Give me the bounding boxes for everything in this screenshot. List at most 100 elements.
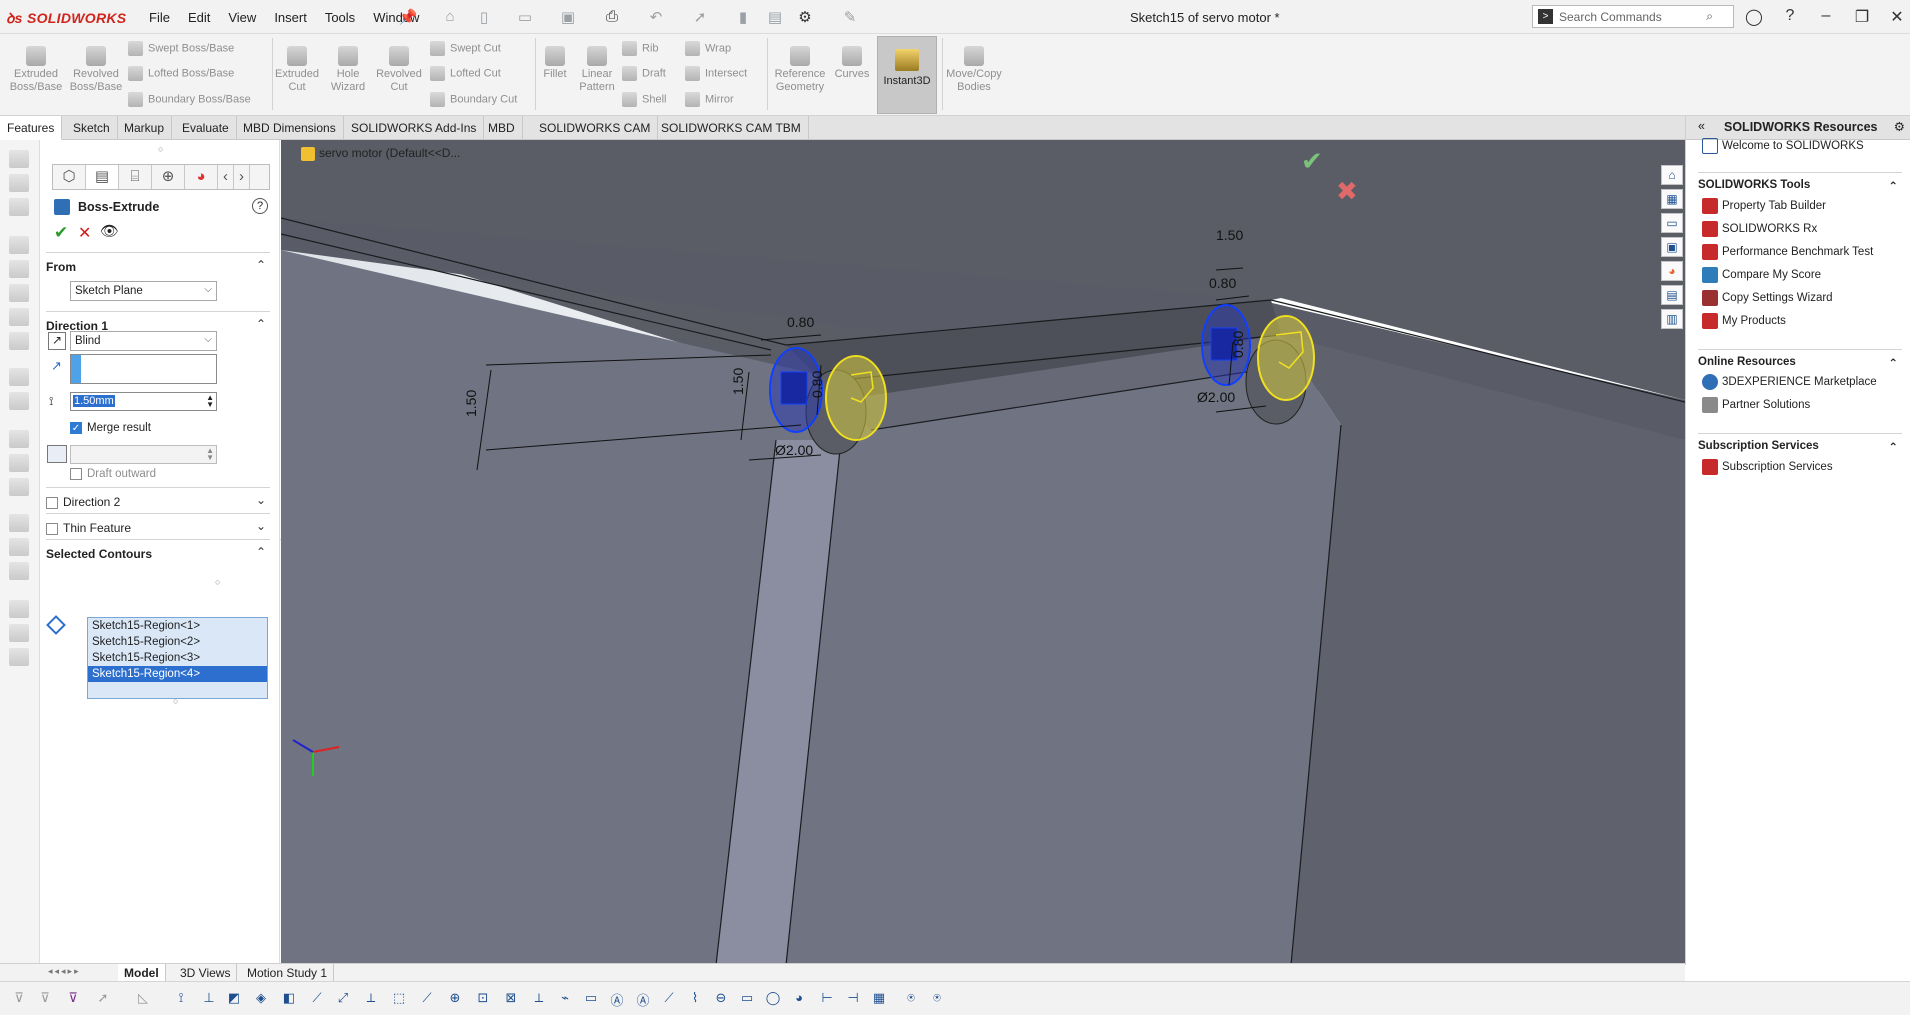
strip-hole-icon[interactable] (9, 260, 29, 278)
filter-solid-icon[interactable]: ◈ (252, 990, 270, 1008)
rebuild-icon[interactable]: ▮ (733, 8, 753, 26)
filter-weld-bead-icon[interactable]: ⌇ (686, 990, 704, 1008)
reverse-direction-icon[interactable]: ↗ (48, 332, 66, 350)
filter-point-icon[interactable]: ⟂ (362, 990, 380, 1008)
filter-hole-icon[interactable]: ⊖ (712, 990, 730, 1008)
property-tab-builder-link[interactable]: Property Tab Builder (1702, 198, 1826, 214)
filter-dimension-icon[interactable]: ⊠ (502, 990, 520, 1008)
filter-centerline-icon[interactable]: ⊣ (844, 990, 862, 1008)
options-gear-icon[interactable]: ⚙ (795, 8, 815, 26)
filter-centermark-icon[interactable]: ⊢ (818, 990, 836, 1008)
filter-datum-target-icon[interactable]: Ⓐ (634, 990, 652, 1008)
strip-revolve-icon[interactable] (9, 174, 29, 192)
view-palette-icon[interactable]: ▣ (1661, 237, 1683, 257)
filter-table-icon[interactable]: ▦ (870, 990, 888, 1008)
dim-080-vert-right[interactable]: 0.80 (1230, 331, 1246, 358)
extruded-cut-button[interactable]: Extruded Cut (272, 46, 322, 94)
swept-cut-button[interactable]: Swept Cut (430, 41, 501, 56)
welcome-link[interactable]: Welcome to SOLIDWORKS (1702, 138, 1864, 154)
tab-cam-tbm[interactable]: SOLIDWORKS CAM TBM (654, 116, 809, 140)
tab-mbd[interactable]: MBD (481, 116, 523, 140)
subscription-services-link[interactable]: Subscription Services (1702, 459, 1833, 475)
collapse-direction1-icon[interactable]: ⌃ (256, 317, 266, 331)
filter-center-icon[interactable]: ⊡ (474, 990, 492, 1008)
tab-mbd-dimensions[interactable]: MBD Dimensions (236, 116, 344, 140)
filter-segment-icon[interactable]: ⟋ (418, 990, 436, 1008)
direction2-checkbox[interactable] (46, 496, 58, 509)
configurationmanager-tab-icon[interactable]: ⌸ (119, 165, 152, 189)
expand-thin-feature-icon[interactable]: ⌄ (256, 519, 266, 533)
strip-intersect-icon[interactable] (9, 538, 29, 556)
tab-scroll-left-icon[interactable]: ‹ (218, 165, 234, 189)
tab-scroll-arrows-icon[interactable]: ◂◂◂▸▸ (48, 966, 81, 977)
appearances-icon[interactable]: ◕ (1661, 261, 1683, 281)
custom-properties-icon[interactable]: ▤ (1661, 285, 1683, 305)
strip-shell-icon[interactable] (9, 478, 29, 496)
filter-note-icon[interactable]: ▭ (738, 990, 756, 1008)
collapse-from-icon[interactable]: ⌃ (256, 258, 266, 272)
dim-080-top-left[interactable]: 0.80 (787, 314, 814, 330)
strip-pattern-icon[interactable] (9, 392, 29, 410)
search-commands-input[interactable]: > Search Commands ⌕ (1532, 5, 1734, 28)
tab-motion-study[interactable]: Motion Study 1 (241, 964, 335, 982)
section-solidworks-tools[interactable]: SOLIDWORKS Tools ⌃ (1698, 172, 1902, 193)
collapse-pane-icon[interactable]: « (1698, 119, 1705, 133)
tab-markup[interactable]: Markup (117, 116, 173, 140)
open-icon[interactable]: ▭ (515, 8, 535, 26)
strip-fillet-icon[interactable] (9, 368, 29, 386)
draft-button[interactable]: Draft (622, 66, 666, 81)
thin-feature-checkbox[interactable] (46, 522, 58, 535)
menu-insert[interactable]: Insert (265, 10, 316, 25)
help-icon[interactable]: ? (1779, 7, 1801, 25)
list-item[interactable]: Sketch15-Region<3> (88, 650, 267, 666)
collapse-handle[interactable]: ○ (158, 144, 163, 154)
strip-wrap-icon[interactable] (9, 514, 29, 532)
resources-home-icon[interactable]: ⌂ (1661, 165, 1683, 185)
dim-150-left[interactable]: 1.50 (463, 390, 479, 417)
menu-tools[interactable]: Tools (316, 10, 364, 25)
dimxpert-tab-icon[interactable]: ⊕ (152, 165, 185, 189)
user-account-icon[interactable]: ◯ (1743, 7, 1765, 27)
dim-080-top-right[interactable]: 0.80 (1209, 275, 1236, 291)
strip-sweep-icon[interactable] (9, 198, 29, 216)
print-icon[interactable]: ⎙ (602, 8, 622, 26)
extruded-boss-button[interactable]: Extruded Boss/Base (8, 46, 64, 94)
draft-on-off-icon[interactable] (47, 445, 67, 463)
strip-swept-cut-icon[interactable] (9, 308, 29, 326)
filter-tolerance-icon[interactable]: ▭ (582, 990, 600, 1008)
list-item[interactable]: Sketch15-Region<4> (88, 666, 267, 682)
undo-icon[interactable]: ↶ (646, 8, 666, 26)
reference-geometry-button[interactable]: Reference Geometry (770, 46, 830, 94)
tab-cam[interactable]: SOLIDWORKS CAM (532, 116, 659, 140)
draft-outward-checkbox[interactable]: Draft outward (70, 468, 156, 480)
section-online-resources[interactable]: Online Resources ⌃ (1698, 349, 1902, 370)
hole-wizard-button[interactable]: Hole Wizard (326, 46, 370, 94)
pin-icon[interactable]: 📌 (398, 8, 418, 26)
benchmark-link[interactable]: Performance Benchmark Test (1702, 244, 1873, 260)
curves-button[interactable]: Curves (832, 46, 872, 81)
dim-diam-left[interactable]: Ø2.00 (775, 442, 813, 458)
filter-stacked-icon[interactable]: ◕ (790, 990, 808, 1008)
menu-window[interactable]: Window (364, 10, 428, 25)
filter-vertices-icon[interactable]: ⟟ (172, 990, 190, 1008)
strip-cut-icon[interactable] (9, 236, 29, 254)
swept-boss-button[interactable]: Swept Boss/Base (128, 41, 234, 56)
filter-midpoint-icon[interactable]: ⊕ (446, 990, 464, 1008)
merge-result-checkbox[interactable]: ✓ Merge result (70, 422, 151, 434)
collapse-contours-icon[interactable]: ⌃ (256, 545, 266, 559)
filter-surface-finish-icon[interactable]: ⟂ (530, 990, 548, 1008)
copy-settings-link[interactable]: Copy Settings Wizard (1702, 290, 1833, 306)
filter-balloon-icon[interactable]: ◯ (764, 990, 782, 1008)
display-manager-tab-icon[interactable]: ◕ (185, 165, 218, 189)
customize-icon[interactable]: ✎ (840, 8, 860, 26)
filter-body-icon[interactable]: ◧ (280, 990, 298, 1008)
direction-vector-field[interactable] (70, 354, 217, 384)
featuremanager-flyout[interactable]: servo motor (Default<<D... (301, 146, 460, 161)
expand-direction2-icon[interactable]: ⌄ (256, 493, 266, 507)
strip-draft-icon[interactable] (9, 454, 29, 472)
model-view[interactable]: 1.50 0.80 1.50 0.80 Ø2.00 1.50 0.80 0.80… (281, 140, 1685, 965)
settings-gear-icon[interactable]: ⚙ (1894, 119, 1905, 134)
tab-3d-views[interactable]: 3D Views (174, 964, 238, 982)
my-products-link[interactable]: My Products (1702, 313, 1786, 329)
filter-clear-icon[interactable]: ⊽ (36, 990, 54, 1008)
